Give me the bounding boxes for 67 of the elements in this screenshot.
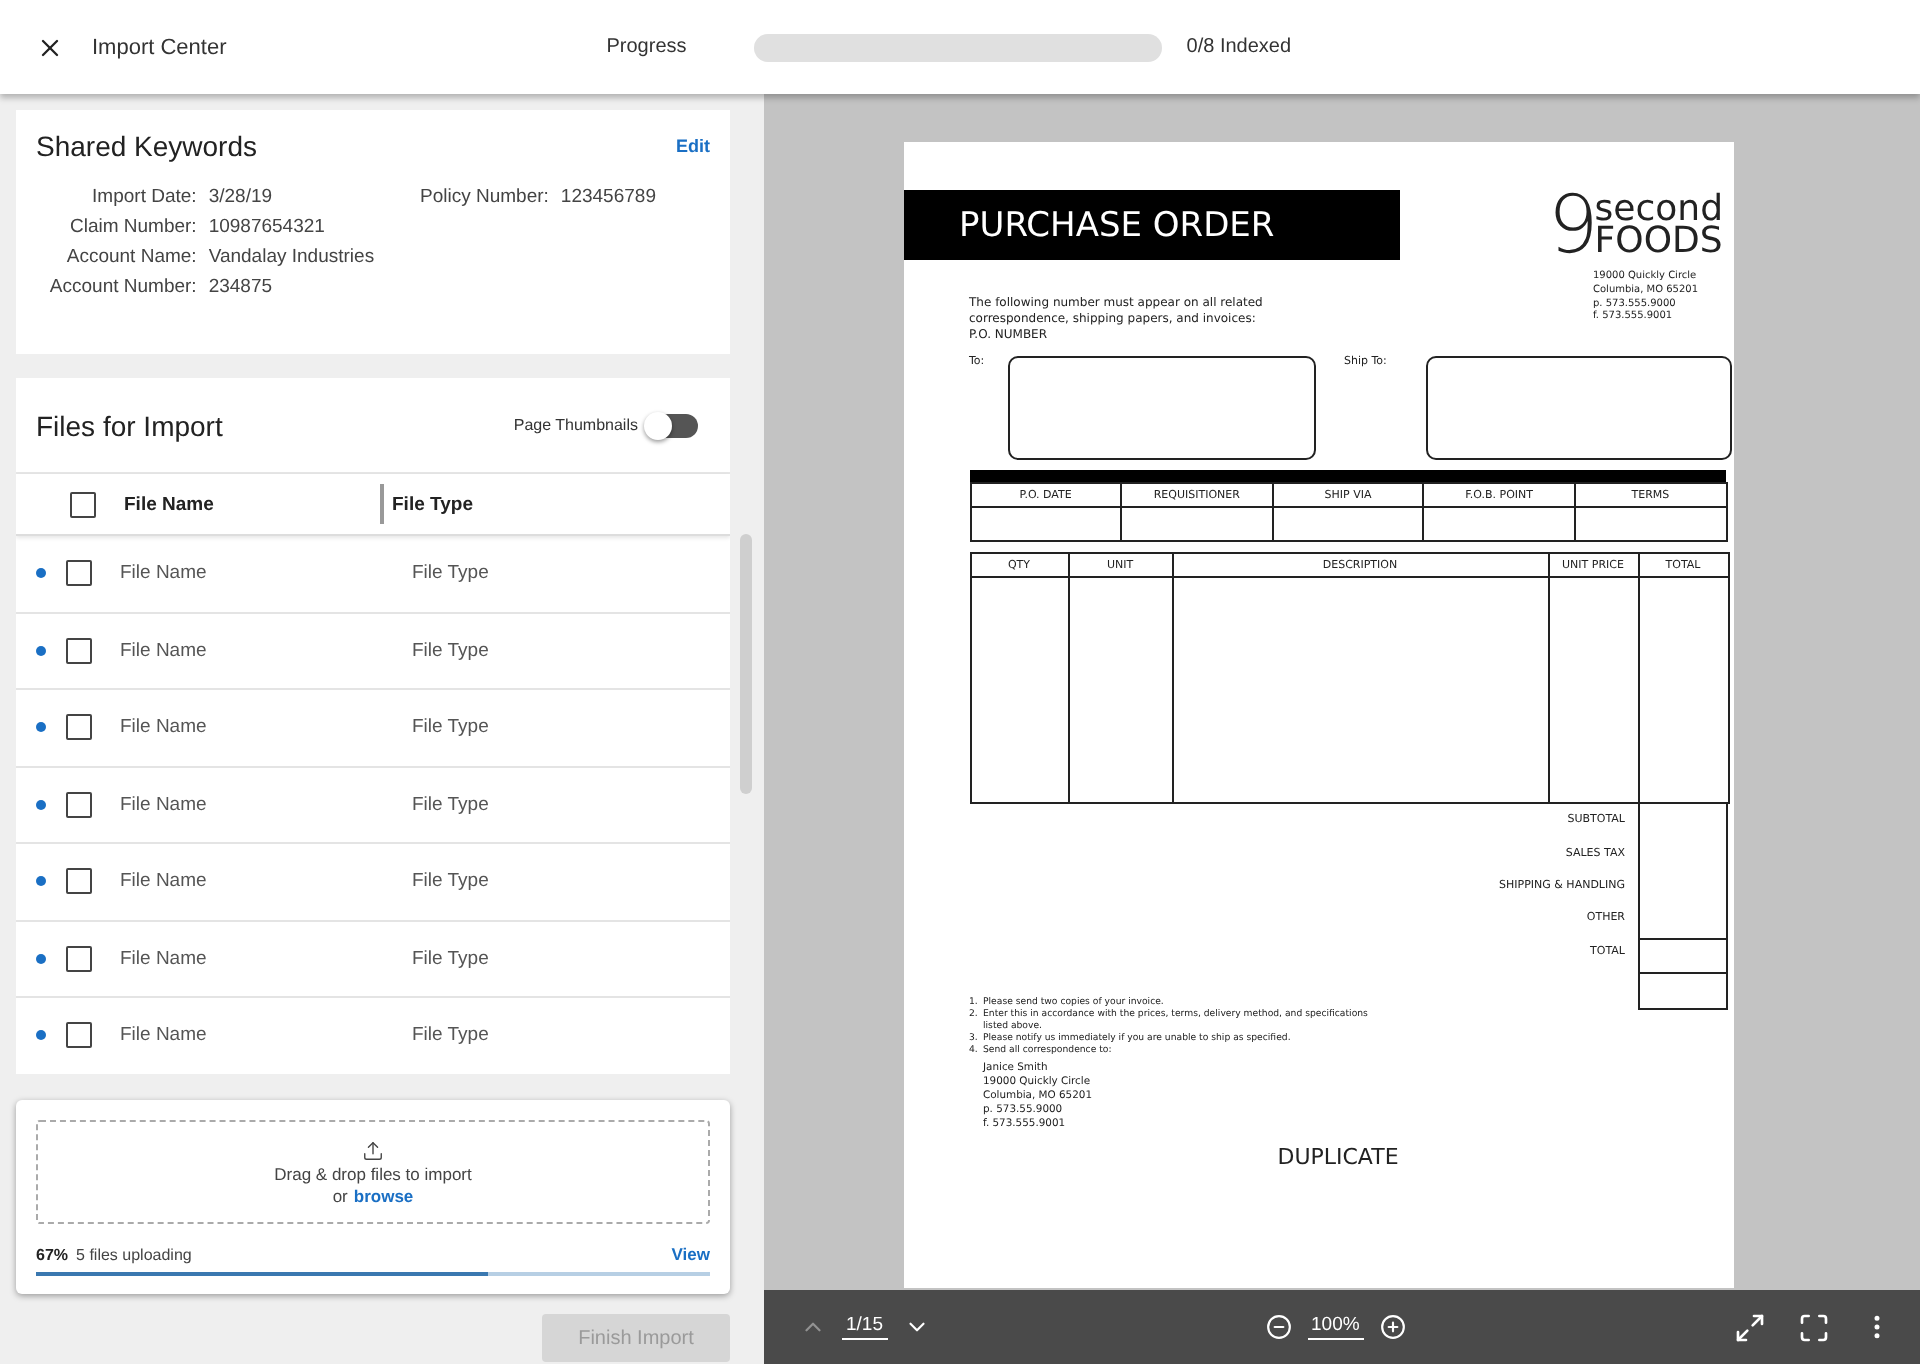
- toggle-switch[interactable]: [650, 413, 698, 437]
- field-label: Policy Number:: [418, 186, 549, 208]
- file-row[interactable]: File Name File Type: [16, 613, 730, 690]
- view-link[interactable]: View: [671, 1244, 710, 1264]
- file-type: File Type: [412, 716, 491, 739]
- zoom-out-icon[interactable]: [1265, 1314, 1291, 1340]
- document-title: PURCHASE ORDER: [903, 190, 1399, 260]
- checkbox[interactable]: [66, 945, 92, 972]
- field-value: 234875: [208, 276, 275, 298]
- checkbox[interactable]: [70, 491, 96, 517]
- page-field[interactable]: 1/15: [842, 1314, 887, 1340]
- file-type: File Type: [412, 562, 491, 585]
- total-cell: [1637, 974, 1727, 1011]
- file-row[interactable]: File Name File Type: [16, 844, 730, 921]
- drop-zone[interactable]: Drag & drop files to import or browse: [36, 1120, 710, 1224]
- field-label: Claim Number:: [67, 216, 197, 238]
- zoom-in-icon[interactable]: [1379, 1314, 1406, 1340]
- checkbox[interactable]: [66, 791, 92, 818]
- checkbox[interactable]: [66, 1022, 92, 1049]
- toggle-label: Page Thumbnails: [513, 416, 638, 434]
- file-type: File Type: [412, 793, 491, 816]
- window-title: Import Center: [92, 35, 227, 59]
- field-label: Import Date:: [90, 186, 197, 208]
- or-text: or: [332, 1185, 348, 1205]
- file-row[interactable]: File Name File Type: [16, 921, 730, 998]
- stamp-text: DUPLICATE: [1277, 1144, 1399, 1171]
- file-type: File Type: [412, 1024, 491, 1047]
- file-type: File Type: [412, 639, 491, 662]
- file-name: File Name: [120, 870, 209, 893]
- upload-icon: [362, 1139, 384, 1161]
- file-type: File Type: [412, 870, 491, 893]
- field-value: 3/28/19: [208, 186, 275, 208]
- checkbox[interactable]: [66, 714, 92, 741]
- file-row[interactable]: File Name File Type: [16, 767, 730, 844]
- progress-label: Progress: [606, 36, 687, 58]
- card-title: Shared Keywords: [36, 130, 258, 162]
- edit-link[interactable]: Edit: [676, 136, 710, 156]
- expand-icon[interactable]: [1734, 1311, 1766, 1343]
- file-name: File Name: [120, 716, 209, 739]
- upload-status: 67% 5 files uploading: [36, 1245, 192, 1263]
- browse-link[interactable]: browse: [353, 1185, 414, 1205]
- field-label: Account Name:: [64, 246, 197, 268]
- scrollbar[interactable]: [740, 534, 752, 794]
- file-type: File Type: [412, 947, 491, 970]
- field-value: Vandalay Industries: [208, 246, 377, 268]
- field-value: 123456789: [560, 186, 658, 208]
- drop-hint: Drag & drop files to import: [274, 1163, 472, 1183]
- file-name: File Name: [120, 639, 209, 662]
- file-row[interactable]: File Name File Type: [16, 998, 730, 1074]
- column-header[interactable]: File Type: [380, 484, 473, 524]
- progress-text: 0/8 Indexed: [1186, 36, 1292, 58]
- zoom-field[interactable]: 100%: [1307, 1314, 1364, 1340]
- file-row[interactable]: File Name File Type: [16, 536, 730, 613]
- fullscreen-icon[interactable]: [1798, 1311, 1830, 1343]
- file-row[interactable]: File Name File Type: [16, 690, 730, 767]
- total-cell: [1637, 940, 1727, 975]
- checkbox[interactable]: [66, 868, 92, 895]
- field-value: 10987654321: [208, 216, 327, 238]
- file-name: File Name: [120, 793, 209, 816]
- card-title: Files for Import: [36, 409, 223, 441]
- column-header[interactable]: File Name: [124, 493, 380, 515]
- checkbox[interactable]: [66, 560, 92, 587]
- file-name: File Name: [120, 562, 209, 585]
- file-name: File Name: [120, 1024, 209, 1047]
- field-label: Account Number:: [47, 276, 197, 298]
- file-name: File Name: [120, 947, 209, 970]
- checkbox[interactable]: [66, 637, 92, 664]
